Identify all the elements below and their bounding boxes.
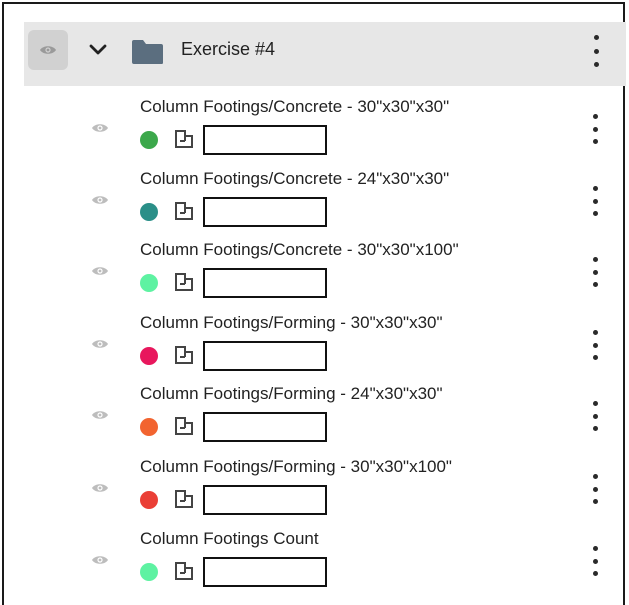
layer-row[interactable]: Column Footings/Concrete - 24"x30"x30" bbox=[4, 169, 627, 241]
group-title: Exercise #4 bbox=[181, 39, 276, 59]
layer-menu-icon[interactable] bbox=[591, 114, 599, 144]
layer-color-swatch[interactable] bbox=[140, 203, 158, 221]
area-measure-icon bbox=[175, 130, 193, 148]
area-measure-icon bbox=[175, 562, 193, 580]
layer-quantity-field bbox=[203, 268, 327, 298]
group-menu-icon[interactable] bbox=[592, 35, 600, 67]
layer-quantity-field bbox=[203, 125, 327, 155]
eye-icon[interactable] bbox=[91, 265, 109, 277]
layer-row[interactable]: Column Footings/Concrete - 30"x30"x30" bbox=[4, 97, 627, 169]
layer-name: Column Footings/Forming - 30"x30"x30" bbox=[140, 313, 443, 332]
layer-name: Column Footings/Forming - 30"x30"x100" bbox=[140, 457, 452, 476]
layer-color-swatch[interactable] bbox=[140, 418, 158, 436]
area-measure-icon bbox=[175, 346, 193, 364]
layer-name: Column Footings Count bbox=[140, 529, 319, 548]
area-measure-icon bbox=[175, 273, 193, 291]
eye-icon[interactable] bbox=[91, 554, 109, 566]
layer-color-swatch[interactable] bbox=[140, 491, 158, 509]
layer-row[interactable]: Column Footings/Concrete - 30"x30"x100" bbox=[4, 240, 627, 312]
layers-panel: Exercise #4 Column Footings/Concrete - 3… bbox=[2, 2, 627, 605]
layer-row[interactable]: Column Footings/Forming - 24"x30"x30" bbox=[4, 384, 627, 456]
eye-icon bbox=[40, 46, 56, 54]
layer-menu-icon[interactable] bbox=[591, 186, 599, 216]
layer-color-swatch[interactable] bbox=[140, 563, 158, 581]
layer-quantity-field bbox=[203, 412, 327, 442]
layer-quantity-field bbox=[203, 557, 327, 587]
eye-icon[interactable] bbox=[91, 409, 109, 421]
area-measure-icon bbox=[175, 417, 193, 435]
layer-quantity-field bbox=[203, 341, 327, 371]
eye-icon[interactable] bbox=[91, 194, 109, 206]
eye-icon[interactable] bbox=[91, 122, 109, 134]
layer-name: Column Footings/Concrete - 24"x30"x30" bbox=[140, 169, 450, 188]
layer-row[interactable]: Column Footings/Forming - 30"x30"x100" bbox=[4, 457, 627, 529]
layer-name: Column Footings/Concrete - 30"x30"x30" bbox=[140, 97, 450, 116]
layer-menu-icon[interactable] bbox=[591, 546, 599, 576]
group-header-exercise[interactable]: Exercise #4 bbox=[24, 22, 626, 86]
layer-quantity-field bbox=[203, 485, 327, 515]
layer-name: Column Footings/Forming - 24"x30"x30" bbox=[140, 384, 443, 403]
layer-row[interactable]: Column Footings/Forming - 30"x30"x30" bbox=[4, 313, 627, 385]
layer-name: Column Footings/Concrete - 30"x30"x100" bbox=[140, 240, 459, 259]
eye-icon[interactable] bbox=[91, 338, 109, 350]
layer-menu-icon[interactable] bbox=[591, 474, 599, 504]
layer-color-swatch[interactable] bbox=[140, 347, 158, 365]
layer-color-swatch[interactable] bbox=[140, 274, 158, 292]
layer-color-swatch[interactable] bbox=[140, 131, 158, 149]
layer-menu-icon[interactable] bbox=[591, 257, 599, 287]
layer-quantity-field bbox=[203, 197, 327, 227]
layer-menu-icon[interactable] bbox=[591, 401, 599, 431]
group-visibility-toggle[interactable] bbox=[28, 30, 68, 70]
folder-icon bbox=[132, 40, 163, 64]
eye-icon[interactable] bbox=[91, 482, 109, 494]
layer-menu-icon[interactable] bbox=[591, 330, 599, 360]
chevron-down-icon[interactable] bbox=[88, 42, 108, 58]
area-measure-icon bbox=[175, 202, 193, 220]
layer-row[interactable]: Column Footings Count bbox=[4, 529, 627, 601]
area-measure-icon bbox=[175, 490, 193, 508]
